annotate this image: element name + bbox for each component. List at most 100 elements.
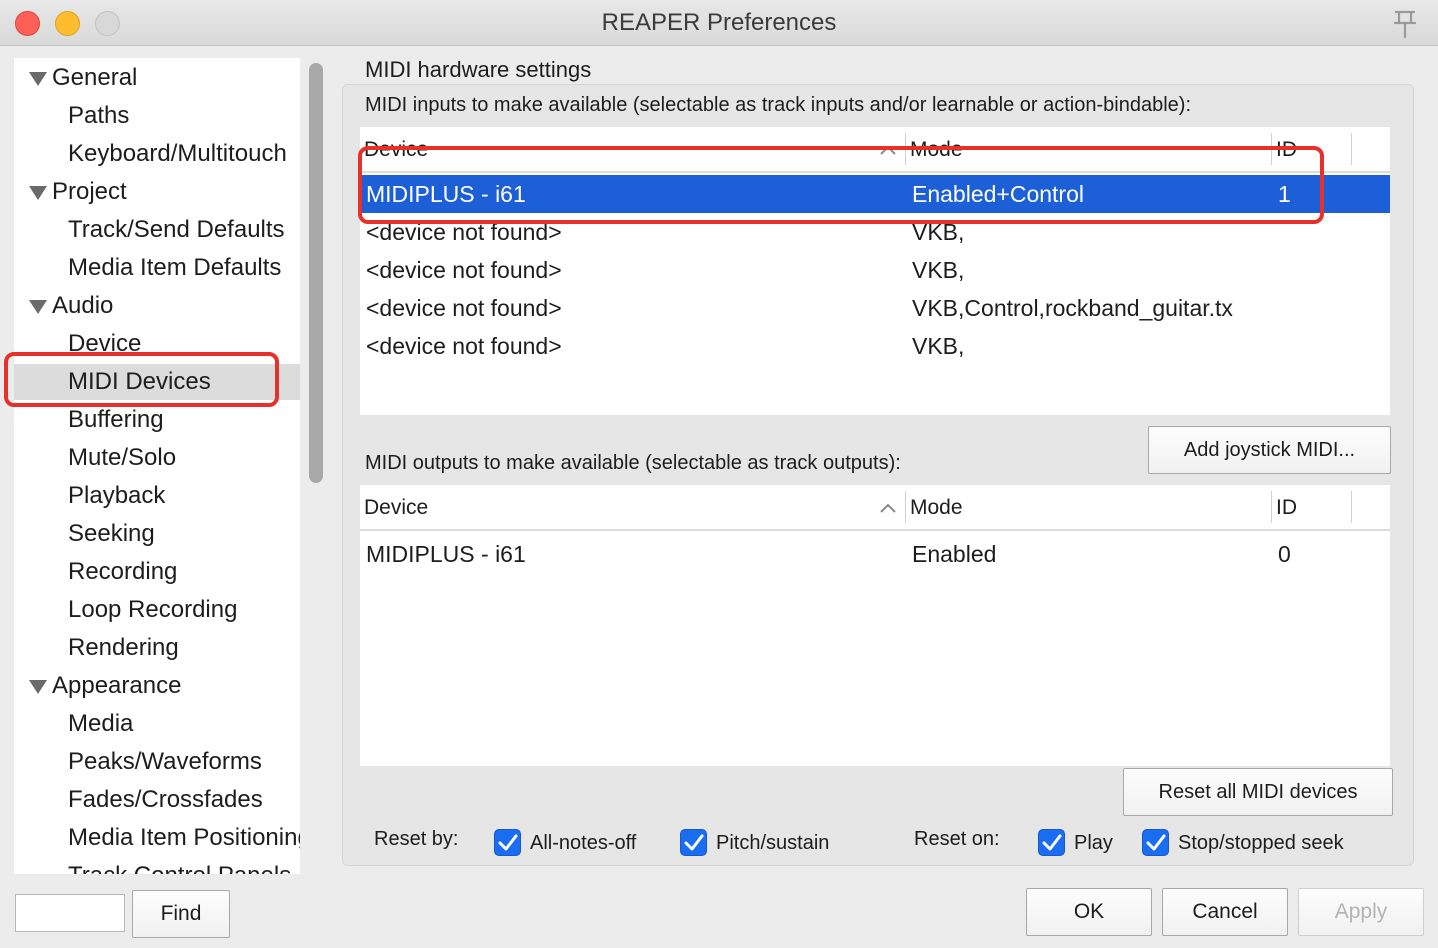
table-row[interactable]: <device not found> VKB,	[360, 327, 1390, 365]
tree-item-device[interactable]: Device	[14, 326, 300, 362]
tree-item-general[interactable]: General	[14, 60, 300, 96]
midi-outputs-list[interactable]: Device Mode ID MIDIPLUS - i61 Enabled 0	[360, 485, 1390, 766]
tree-item-label: Media Item Defaults	[68, 254, 282, 281]
tree-item-media[interactable]: Media	[14, 706, 300, 742]
column-header-id[interactable]: ID	[1272, 127, 1350, 173]
checkmark-icon	[1042, 834, 1062, 851]
section-title: MIDI hardware settings	[365, 57, 592, 82]
find-button[interactable]: Find	[132, 890, 230, 938]
table-row[interactable]: <device not found> VKB,	[360, 251, 1390, 289]
play-label[interactable]: Play	[1074, 832, 1113, 855]
midi-inputs-label: MIDI inputs to make available (selectabl…	[365, 94, 1191, 116]
midi-outputs-label: MIDI outputs to make available (selectab…	[365, 452, 901, 474]
expanded-triangle-icon[interactable]	[29, 300, 47, 314]
tree-item-label: Media Item Positioning	[68, 824, 300, 851]
list-header: Device Mode ID	[360, 485, 1390, 531]
tree-item-label: Audio	[52, 292, 114, 319]
tree-item-paths[interactable]: Paths	[14, 98, 300, 134]
column-separator[interactable]	[1351, 133, 1352, 165]
sort-ascending-icon	[880, 145, 896, 155]
tree-item-recording[interactable]: Recording	[14, 554, 300, 590]
stop-stopped-seek-checkbox[interactable]	[1142, 829, 1169, 856]
expanded-triangle-icon[interactable]	[29, 680, 47, 694]
tree-item-label: Fades/Crossfades	[68, 786, 263, 813]
add-joystick-midi-button[interactable]: Add joystick MIDI...	[1148, 426, 1391, 474]
tree-item-label: Rendering	[68, 634, 179, 661]
column-header-device[interactable]: Device	[360, 127, 904, 173]
tree-item-label: Paths	[68, 102, 130, 129]
tree-item-label: Seeking	[68, 520, 155, 547]
list-header: Device Mode ID	[360, 127, 1390, 173]
expanded-triangle-icon[interactable]	[29, 186, 47, 200]
pitch-sustain-checkbox[interactable]	[680, 829, 707, 856]
reset-by-label: Reset by:	[374, 828, 459, 850]
row-mode: Enabled	[912, 541, 997, 567]
tree-item-label: Mute/Solo	[68, 444, 177, 471]
tree-item-label: MIDI Devices	[68, 368, 211, 395]
reset-on-label: Reset on:	[914, 828, 1000, 850]
cancel-button[interactable]: Cancel	[1162, 888, 1288, 936]
pin-icon[interactable]	[1388, 6, 1422, 40]
tree-item-playback[interactable]: Playback	[14, 478, 300, 514]
tree-item-appearance[interactable]: Appearance	[14, 668, 300, 704]
tree-item-label: Loop Recording	[68, 596, 238, 623]
sort-ascending-icon	[880, 503, 896, 513]
checkmark-icon	[498, 834, 518, 851]
title-bar: REAPER Preferences	[0, 0, 1438, 46]
tree-item-label: Buffering	[68, 406, 164, 433]
midi-inputs-list[interactable]: Device Mode ID MIDIPLUS - i61 Enabled+Co…	[360, 127, 1390, 415]
row-device: MIDIPLUS - i61	[366, 541, 526, 567]
window-title: REAPER Preferences	[601, 9, 837, 36]
row-device: <device not found>	[366, 333, 562, 359]
tree-item-mute-solo[interactable]: Mute/Solo	[14, 440, 300, 476]
tree-item-seeking[interactable]: Seeking	[14, 516, 300, 552]
tree-item-label: Track Control Panels	[68, 862, 291, 874]
table-row[interactable]: MIDIPLUS - i61 Enabled+Control 1	[360, 175, 1390, 213]
row-device: MIDIPLUS - i61	[366, 181, 526, 207]
row-mode: VKB,	[912, 257, 965, 283]
tree-item-buffering[interactable]: Buffering	[14, 402, 300, 438]
column-header-device[interactable]: Device	[360, 485, 904, 531]
tree-item-media-item-positioning[interactable]: Media Item Positioning	[14, 820, 300, 856]
ok-button[interactable]: OK	[1026, 888, 1152, 936]
tree-item-fades-crossfades[interactable]: Fades/Crossfades	[14, 782, 300, 818]
apply-button[interactable]: Apply	[1298, 888, 1424, 936]
preferences-tree[interactable]: General Paths Keyboard/Multitouch Projec…	[14, 58, 300, 874]
tree-item-track-send-defaults[interactable]: Track/Send Defaults	[14, 212, 300, 248]
row-id: 1	[1278, 181, 1291, 207]
column-separator[interactable]	[1351, 491, 1352, 523]
row-device: <device not found>	[366, 257, 562, 283]
tree-item-rendering[interactable]: Rendering	[14, 630, 300, 666]
all-notes-off-checkbox[interactable]	[494, 829, 521, 856]
play-checkbox[interactable]	[1038, 829, 1065, 856]
pitch-sustain-label[interactable]: Pitch/sustain	[716, 832, 829, 855]
row-mode: VKB,	[912, 219, 965, 245]
find-input[interactable]	[15, 894, 125, 932]
row-id: 0	[1278, 541, 1291, 567]
tree-item-label: Track/Send Defaults	[68, 216, 285, 243]
row-mode: VKB,Control,rockband_guitar.tx	[912, 295, 1233, 321]
tree-item-track-control-panels[interactable]: Track Control Panels	[14, 858, 300, 874]
reset-all-midi-devices-button[interactable]: Reset all MIDI devices	[1123, 768, 1393, 816]
tree-item-loop-recording[interactable]: Loop Recording	[14, 592, 300, 628]
tree-item-media-item-defaults[interactable]: Media Item Defaults	[14, 250, 300, 286]
tree-item-keyboard-multitouch[interactable]: Keyboard/Multitouch	[14, 136, 300, 172]
checkmark-icon	[1146, 834, 1166, 851]
tree-item-audio[interactable]: Audio	[14, 288, 300, 324]
tree-item-project[interactable]: Project	[14, 174, 300, 210]
table-row[interactable]: <device not found> VKB,	[360, 213, 1390, 251]
tree-item-midi-devices[interactable]: MIDI Devices	[14, 364, 300, 400]
all-notes-off-label[interactable]: All-notes-off	[530, 832, 636, 855]
tree-scrollbar-thumb[interactable]	[309, 63, 323, 483]
table-row[interactable]: MIDIPLUS - i61 Enabled 0	[360, 535, 1390, 573]
row-mode: VKB,	[912, 333, 965, 359]
row-device: <device not found>	[366, 219, 562, 245]
tree-item-label: Recording	[68, 558, 178, 585]
column-header-mode[interactable]: Mode	[906, 485, 1270, 531]
column-header-mode[interactable]: Mode	[906, 127, 1270, 173]
expanded-triangle-icon[interactable]	[29, 72, 47, 86]
tree-item-peaks-waveforms[interactable]: Peaks/Waveforms	[14, 744, 300, 780]
stop-stopped-seek-label[interactable]: Stop/stopped seek	[1178, 832, 1344, 855]
column-header-id[interactable]: ID	[1272, 485, 1350, 531]
table-row[interactable]: <device not found> VKB,Control,rockband_…	[360, 289, 1390, 327]
